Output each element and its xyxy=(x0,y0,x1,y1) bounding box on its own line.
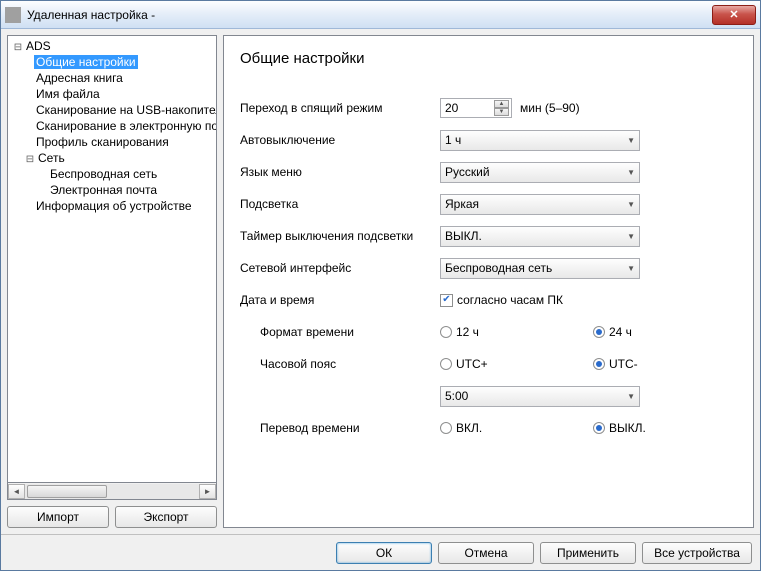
dst-off-radio[interactable]: ВЫКЛ. xyxy=(593,421,653,435)
export-button[interactable]: Экспорт xyxy=(115,506,217,528)
autooff-select[interactable]: 1 ч▼ xyxy=(440,130,640,151)
timefmt-12-radio[interactable]: 12 ч xyxy=(440,325,585,339)
sleep-label: Переход в спящий режим xyxy=(240,101,440,115)
window-title: Удаленная настройка - xyxy=(27,8,712,22)
spin-up-icon[interactable]: ▲ xyxy=(494,100,509,108)
tree-item-device-info[interactable]: Информация об устройстве xyxy=(10,198,214,214)
pc-clock-checkbox[interactable]: ✔ согласно часам ПК xyxy=(440,293,563,307)
spin-down-icon[interactable]: ▼ xyxy=(494,108,509,116)
tree-item-general[interactable]: Общие настройки xyxy=(10,54,214,70)
sleep-value: 20 xyxy=(445,101,494,115)
timefmt-24-radio[interactable]: 24 ч xyxy=(593,325,653,339)
radio-on-icon xyxy=(593,358,605,370)
backlight-label: Подсветка xyxy=(240,197,440,211)
close-button[interactable]: ✕ xyxy=(712,5,756,25)
footer: ОК Отмена Применить Все устройства xyxy=(1,534,760,570)
scroll-right-arrow[interactable]: ► xyxy=(199,484,216,499)
netif-label: Сетевой интерфейс xyxy=(240,261,440,275)
dimtimer-select[interactable]: ВЫКЛ.▼ xyxy=(440,226,640,247)
all-devices-button[interactable]: Все устройства xyxy=(642,542,752,564)
scroll-left-arrow[interactable]: ◄ xyxy=(8,484,25,499)
radio-off-icon xyxy=(440,422,452,434)
tree-item-email[interactable]: Электронная почта xyxy=(10,182,214,198)
chevron-down-icon: ▼ xyxy=(627,264,635,273)
lang-label: Язык меню xyxy=(240,165,440,179)
tree-item-wireless[interactable]: Беспроводная сеть xyxy=(10,166,214,182)
checkbox-checked-icon: ✔ xyxy=(440,294,453,307)
cancel-button[interactable]: Отмена xyxy=(438,542,534,564)
backlight-select[interactable]: Яркая▼ xyxy=(440,194,640,215)
tree-root-ads[interactable]: ⊟ADS xyxy=(10,38,214,54)
dst-label: Перевод времени xyxy=(240,421,440,435)
tz-utc-minus-radio[interactable]: UTC- xyxy=(593,357,653,371)
chevron-down-icon: ▼ xyxy=(627,168,635,177)
tree-view[interactable]: ⊟ADS Общие настройки Адресная книга Имя … xyxy=(7,35,217,483)
radio-off-icon xyxy=(440,326,452,338)
radio-on-icon xyxy=(593,326,605,338)
sleep-unit: мин (5–90) xyxy=(520,101,580,115)
tree-item-scan-usb[interactable]: Сканирование на USB-накопитель xyxy=(10,102,214,118)
scroll-track[interactable] xyxy=(25,484,199,499)
scroll-thumb[interactable] xyxy=(27,485,107,498)
sidebar: ⊟ADS Общие настройки Адресная книга Имя … xyxy=(7,35,217,528)
netif-select[interactable]: Беспроводная сеть▼ xyxy=(440,258,640,279)
tree-horizontal-scrollbar[interactable]: ◄ ► xyxy=(7,483,217,500)
tz-utc-plus-radio[interactable]: UTC+ xyxy=(440,357,585,371)
page-heading: Общие настройки xyxy=(240,50,737,67)
chevron-down-icon: ▼ xyxy=(627,392,635,401)
radio-off-icon xyxy=(440,358,452,370)
app-window: Удаленная настройка - ✕ ⊟ADS Общие настр… xyxy=(0,0,761,571)
radio-on-icon xyxy=(593,422,605,434)
tree-item-scan-profile[interactable]: Профиль сканирования xyxy=(10,134,214,150)
ok-button[interactable]: ОК xyxy=(336,542,432,564)
tree-item-addressbook[interactable]: Адресная книга xyxy=(10,70,214,86)
lang-select[interactable]: Русский▼ xyxy=(440,162,640,183)
dst-on-radio[interactable]: ВКЛ. xyxy=(440,421,585,435)
chevron-down-icon: ▼ xyxy=(627,200,635,209)
tz-offset-select[interactable]: 5:00▼ xyxy=(440,386,640,407)
tz-label: Часовой пояс xyxy=(240,357,440,371)
dimtimer-label: Таймер выключения подсветки xyxy=(240,229,440,243)
tree-node-network[interactable]: ⊟Сеть xyxy=(10,150,214,166)
tree-item-filename[interactable]: Имя файла xyxy=(10,86,214,102)
tree-item-scan-email[interactable]: Сканирование в электронную почту xyxy=(10,118,214,134)
datetime-label: Дата и время xyxy=(240,293,440,307)
autooff-label: Автовыключение xyxy=(240,133,440,147)
main-panel: Общие настройки Переход в спящий режим 2… xyxy=(223,35,754,528)
import-button[interactable]: Импорт xyxy=(7,506,109,528)
window-body: ⊟ADS Общие настройки Адресная книга Имя … xyxy=(1,29,760,534)
app-icon xyxy=(5,7,21,23)
chevron-down-icon: ▼ xyxy=(627,136,635,145)
chevron-down-icon: ▼ xyxy=(627,232,635,241)
apply-button[interactable]: Применить xyxy=(540,542,636,564)
sleep-spinner[interactable]: 20 ▲▼ xyxy=(440,98,512,118)
timefmt-label: Формат времени xyxy=(240,325,440,339)
titlebar: Удаленная настройка - ✕ xyxy=(1,1,760,29)
